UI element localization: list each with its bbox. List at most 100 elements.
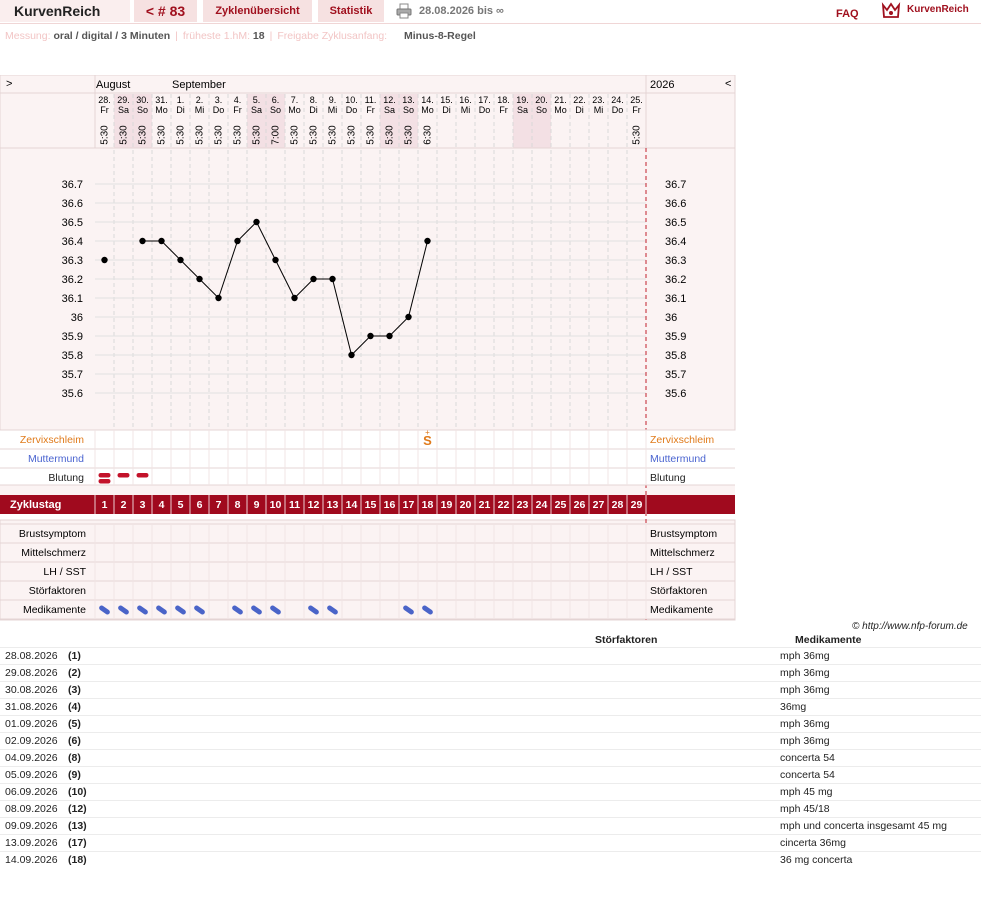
y-tick-label-right: 35.6 <box>665 388 686 400</box>
row-lh-test-label-left: LH / SST <box>43 566 86 578</box>
row-mittelschmerz-label-left: Mittelschmerz <box>21 547 86 559</box>
faq-link[interactable]: FAQ <box>836 8 859 20</box>
nav-next-arrow[interactable]: < <box>725 78 731 90</box>
y-tick-label-right: 35.8 <box>665 350 686 362</box>
row-lh-test-label-right: LH / SST <box>650 566 693 578</box>
printer-icon[interactable] <box>396 3 412 19</box>
y-tick-label-left: 36.7 <box>62 179 83 191</box>
cycle-day-label: Zyklustag <box>10 499 61 511</box>
row-date: 29.08.2026 <box>5 667 58 679</box>
day-date: 25. <box>630 95 643 105</box>
measure-time: 5:30 <box>100 125 111 145</box>
row-medication: mph 45 mg <box>780 786 833 798</box>
table-row: 01.09.2026 (5) mph 36mg <box>0 715 981 733</box>
cycle-day-number: 14 <box>346 499 358 511</box>
day-date: 19. <box>516 95 529 105</box>
day-date: 14. <box>421 95 434 105</box>
day-date: 10. <box>345 95 358 105</box>
y-tick-label-right: 36.5 <box>665 217 686 229</box>
row-medication: mph 36mg <box>780 684 830 696</box>
row-mittelschmerz-label-right: Mittelschmerz <box>650 547 715 559</box>
day-date: 2. <box>196 95 204 105</box>
day-weekday: Mi <box>328 105 338 115</box>
measure-time: 5:30 <box>176 125 187 145</box>
crown-heart-logo-icon <box>881 2 901 18</box>
row-medication-label-right: Medikamente <box>650 604 713 616</box>
cycle-day-number: 16 <box>384 499 396 511</box>
row-date: 30.08.2026 <box>5 684 58 696</box>
temperature-chart: > <2026August September28.Fr5:3029.Sa5:303… <box>0 75 736 621</box>
cycle-day-number: 3 <box>140 499 146 511</box>
row-cervix-position-label-right: Muttermund <box>650 453 706 465</box>
temperature-point <box>424 237 431 245</box>
day-weekday: Sa <box>517 105 528 115</box>
day-weekday: Fr <box>499 105 508 115</box>
row-medication: mph 36mg <box>780 650 830 662</box>
header-divider <box>0 23 981 24</box>
nav-prev-arrow[interactable]: > <box>6 78 12 90</box>
row-disturbances-label-left: Störfaktoren <box>29 585 86 597</box>
day-date: 20. <box>535 95 548 105</box>
day-weekday: Do <box>346 105 358 115</box>
table-row: 28.08.2026 (1) mph 36mg <box>0 647 981 665</box>
row-medication: concerta 54 <box>780 752 835 764</box>
table-row: 13.09.2026 (17) cincerta 36mg <box>0 834 981 852</box>
temperature-point <box>234 237 241 245</box>
cycle-day-number: 8 <box>235 499 241 511</box>
day-weekday: Fr <box>100 105 109 115</box>
row-bleeding-label-left: Blutung <box>48 472 84 484</box>
tab-statistics[interactable]: Statistik <box>318 0 384 22</box>
brand-title: KurvenReich <box>0 0 130 22</box>
measure-time: 5:30 <box>328 125 339 145</box>
y-tick-label-left: 36.6 <box>62 198 83 210</box>
cycle-number-button[interactable]: < # 83 <box>134 0 197 22</box>
tab-cycle-overview[interactable]: Zyklenübersicht <box>203 0 312 22</box>
table-row: 09.09.2026 (13) mph und concerta insgesamt… <box>0 817 981 835</box>
day-weekday: Di <box>176 105 185 115</box>
day-weekday: Mo <box>421 105 434 115</box>
day-date: 13. <box>402 95 415 105</box>
row-date: 04.09.2026 <box>5 752 58 764</box>
day-weekday: So <box>137 105 148 115</box>
copyright-footnote: © http://www.nfp-forum.de <box>852 621 968 632</box>
cycle-day-number: 23 <box>517 499 529 511</box>
row-cycle-day: (8) <box>68 752 81 764</box>
day-weekday: So <box>536 105 547 115</box>
day-weekday: Mo <box>288 105 301 115</box>
cycle-day-number: 1 <box>102 499 108 511</box>
temperature-point <box>272 256 279 264</box>
row-cycle-day: (4) <box>68 701 81 713</box>
table-row: 31.08.2026 (4) 36mg <box>0 698 981 716</box>
month-label: August <box>96 79 130 91</box>
row-bleeding-label-right: Blutung <box>650 472 686 484</box>
y-tick-label-left: 36.2 <box>62 274 83 286</box>
measure-time: 5:30 <box>195 125 206 145</box>
day-weekday: Mi <box>195 105 205 115</box>
row-cycle-day: (2) <box>68 667 81 679</box>
measure-time: 5:30 <box>385 125 396 145</box>
table-row: 02.09.2026 (6) mph 36mg <box>0 732 981 750</box>
row-breast-symptom-label-left: Brustsymptom <box>19 528 86 540</box>
day-weekday: Do <box>612 105 624 115</box>
row-cycle-day: (18) <box>68 854 87 866</box>
y-tick-label-right: 36.7 <box>665 179 686 191</box>
temperature-point <box>253 218 260 226</box>
day-weekday: Do <box>213 105 225 115</box>
earliest-value: 18 <box>252 30 265 42</box>
cycle-day-number: 29 <box>631 499 643 511</box>
table-row: 05.09.2026 (9) concerta 54 <box>0 766 981 784</box>
cervical-mucus-plus: + <box>425 428 430 437</box>
measure-time: 5:30 <box>366 125 377 145</box>
temperature-point <box>367 332 374 340</box>
temperature-point <box>215 294 222 302</box>
day-date: 3. <box>215 95 223 105</box>
y-tick-label-left: 36.4 <box>62 236 83 248</box>
cycle-day-number: 13 <box>327 499 339 511</box>
measure-label: Messung: <box>5 30 51 42</box>
measure-time: 5:30 <box>233 125 244 145</box>
measurement-info: Messung: oral / digital / 3 Minuten | früh… <box>5 30 476 42</box>
day-date: 1. <box>177 95 185 105</box>
row-date: 02.09.2026 <box>5 735 58 747</box>
row-medication: mph 36mg <box>780 735 830 747</box>
day-date: 8. <box>310 95 318 105</box>
